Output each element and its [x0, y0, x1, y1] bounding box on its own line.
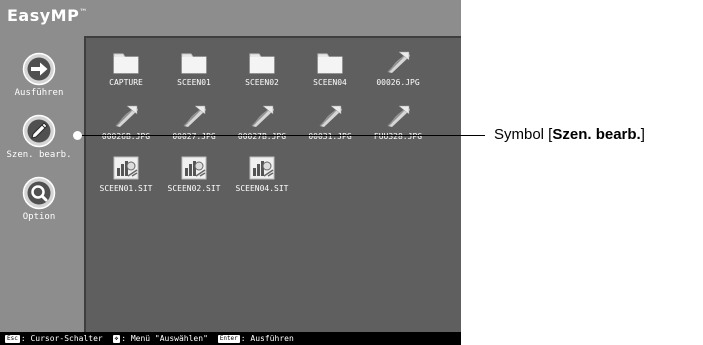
status-execute: : Ausführen [240, 334, 294, 343]
magnifier-icon [22, 176, 56, 210]
folder-icon [181, 53, 207, 74]
file-item-sceen04-sit[interactable]: SCEEN04.SIT [228, 156, 296, 193]
file-item-capture[interactable]: CAPTURE [92, 50, 160, 87]
file-item-sceen02-sit[interactable]: SCEEN02.SIT [160, 156, 228, 193]
jpg-image-icon [387, 51, 410, 73]
projector-screen: EasyMP™ Ausführen Szen. bearb. Option CA… [0, 0, 461, 345]
jpg-image-icon [115, 105, 138, 127]
scenario-file-icon [181, 156, 207, 180]
edit-scenario-button[interactable]: Szen. bearb. [0, 114, 78, 160]
esc-key-badge: Esc [5, 334, 20, 343]
status-menu-select: : Menü "Auswählen" [121, 334, 208, 343]
folder-icon [249, 53, 275, 74]
scenario-file-icon [113, 156, 139, 180]
file-item-sceen02[interactable]: SCEEN02 [228, 50, 296, 87]
folder-icon [113, 53, 139, 74]
arrow-right-icon [22, 52, 56, 86]
option-label: Option [22, 212, 56, 222]
status-bar: Esc: Cursor-Schalter ✥: Menü "Auswählen"… [0, 332, 461, 345]
jpg-image-icon [387, 105, 410, 127]
callout-dot [73, 131, 82, 140]
direction-key-badge: ✥ [112, 334, 121, 343]
edit-scenario-label: Szen. bearb. [6, 150, 72, 160]
option-button[interactable]: Option [0, 176, 78, 222]
status-cursor-switch: : Cursor-Schalter [20, 334, 103, 343]
pencil-icon [22, 114, 56, 148]
scenario-file-icon [249, 156, 275, 180]
execute-button[interactable]: Ausführen [0, 52, 78, 98]
file-item-00026-jpg[interactable]: 00026.JPG [364, 50, 432, 87]
execute-label: Ausführen [14, 88, 64, 98]
jpg-image-icon [183, 105, 206, 127]
jpg-image-icon [251, 105, 274, 127]
callout-label: Symbol [Szen. bearb.] [494, 126, 645, 143]
jpg-image-icon [319, 105, 342, 127]
sidebar: Ausführen Szen. bearb. Option [0, 44, 78, 334]
enter-key-badge: Enter [217, 334, 240, 343]
easymp-logo: EasyMP™ [7, 6, 88, 25]
callout-leader-line [78, 135, 485, 136]
file-item-sceen04[interactable]: SCEEN04 [296, 50, 364, 87]
folder-icon [317, 53, 343, 74]
file-item-sceen01[interactable]: SCEEN01 [160, 50, 228, 87]
file-list-panel: CAPTURE SCEEN01 SCEEN02 SCEEN04 00026.JP… [84, 36, 461, 332]
file-item-sceen01-sit[interactable]: SCEEN01.SIT [92, 156, 160, 193]
